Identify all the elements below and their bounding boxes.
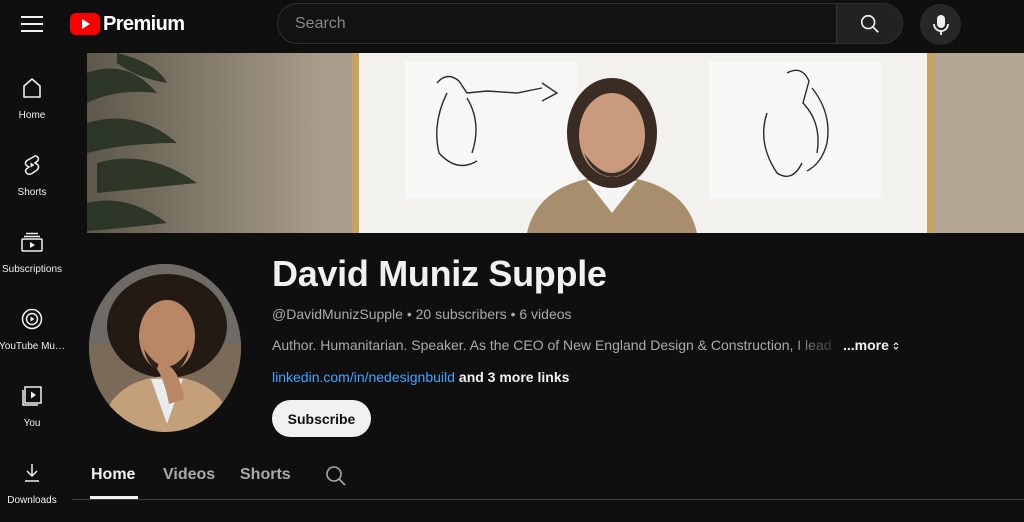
sidebar-item-label: Shorts (17, 187, 47, 198)
youtube-premium-logo[interactable]: Premium (70, 12, 185, 36)
channel-search-button[interactable] (324, 464, 348, 488)
tab-shorts[interactable]: Shorts (240, 466, 291, 484)
channel-handle: @DavidMunizSupple (272, 306, 403, 322)
expand-chevron-icon (893, 342, 899, 351)
active-tab-indicator (90, 496, 138, 499)
guide-menu-button[interactable] (16, 8, 48, 40)
meta-separator: • (506, 306, 520, 322)
banner-image (87, 53, 1024, 233)
channel-description[interactable]: Author. Humanitarian. Speaker. As the CE… (272, 337, 847, 353)
shorts-icon (24, 155, 40, 175)
download-icon (25, 464, 39, 482)
video-count: 6 videos (519, 306, 572, 322)
sidebar-item-you[interactable]: You (0, 364, 64, 441)
sidebar-item-label: YouTube Mu… (0, 341, 65, 352)
logo-text: Premium (103, 12, 185, 35)
sidebar-item-shorts[interactable]: Shorts (0, 133, 64, 210)
avatar-image (89, 264, 241, 432)
search-icon (326, 466, 346, 486)
search-icon (860, 14, 879, 33)
tab-videos[interactable]: Videos (163, 466, 215, 484)
more-label: ...more (843, 337, 889, 353)
description-more-button[interactable]: ...more (843, 337, 899, 353)
hamburger-menu-icon (21, 16, 43, 32)
youtube-logo-icon (70, 13, 100, 35)
subscribe-button[interactable]: Subscribe (272, 400, 371, 437)
sidebar-item-home[interactable]: Home (0, 56, 64, 133)
microphone-icon (932, 14, 949, 35)
channel-avatar[interactable] (89, 264, 241, 432)
search-button[interactable] (836, 3, 903, 44)
linkedin-link[interactable]: linkedin.com/in/nedesignbuild (272, 369, 455, 385)
meta-separator: • (402, 306, 416, 322)
sidebar-item-label: You (23, 418, 41, 429)
channel-name: David Muniz Supple (272, 253, 607, 294)
channel-meta: @DavidMunizSupple • 20 subscribers • 6 v… (272, 306, 572, 322)
sidebar: Home Shorts Subscriptions YouTube Mu… Yo… (0, 56, 65, 518)
subscriptions-icon (21, 232, 43, 252)
search-box (277, 3, 903, 44)
home-icon (23, 78, 41, 98)
channel-tabs: Home Videos Shorts (72, 452, 1024, 500)
youtube-music-icon (21, 308, 43, 330)
you-icon (22, 386, 42, 406)
sidebar-item-downloads[interactable]: Downloads (0, 441, 64, 518)
sidebar-item-subscriptions[interactable]: Subscriptions (0, 210, 64, 287)
sidebar-item-label: Downloads (7, 495, 57, 506)
voice-search-button[interactable] (920, 4, 961, 45)
more-links-button[interactable]: and 3 more links (459, 369, 569, 385)
tab-home[interactable]: Home (91, 466, 135, 484)
top-bar: Premium (0, 0, 1024, 48)
channel-banner (87, 53, 1024, 233)
channel-links: linkedin.com/in/nedesignbuild and 3 more … (272, 369, 569, 385)
sidebar-item-label: Subscriptions (1, 264, 63, 275)
subscriber-count: 20 subscribers (415, 306, 507, 322)
sidebar-item-youtube-music[interactable]: YouTube Mu… (0, 287, 65, 364)
sidebar-item-label: Home (18, 110, 46, 121)
search-input[interactable] (277, 3, 836, 44)
